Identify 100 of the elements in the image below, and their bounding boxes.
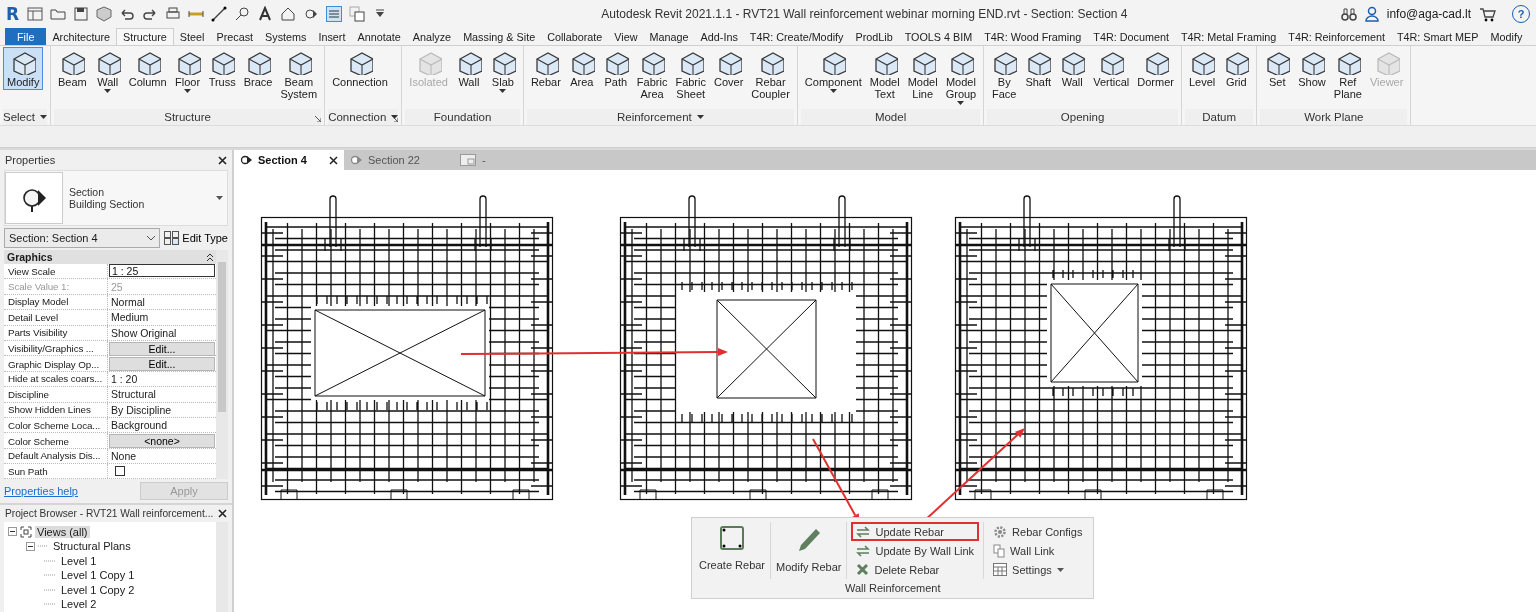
document-tab[interactable]: Section 22 xyxy=(344,150,454,170)
ribbon-button[interactable]: Modify Rebar xyxy=(771,522,848,579)
section-marker-icon[interactable] xyxy=(303,6,320,22)
ribbon-button[interactable]: Vertical xyxy=(1089,47,1134,90)
diagonal-line-icon[interactable] xyxy=(211,6,228,22)
ribbon-tab[interactable]: Manage xyxy=(643,28,695,45)
ribbon-button[interactable]: Beam System xyxy=(276,47,322,102)
tree-item[interactable]: Level 1 Copy 2 xyxy=(59,583,137,596)
ribbon-button[interactable]: Wall xyxy=(451,47,486,90)
ribbon-button[interactable]: Ref Plane xyxy=(1329,47,1366,102)
instance-dropdown[interactable]: Section: Section 4 xyxy=(4,228,161,248)
panel-title[interactable]: Reinforcement xyxy=(616,111,692,123)
tree-item[interactable]: Level 1 xyxy=(59,554,99,567)
ribbon-button[interactable]: Level xyxy=(1185,47,1220,90)
text-tool-icon[interactable] xyxy=(257,6,274,22)
tree-item[interactable]: Structural Plans xyxy=(51,540,133,553)
house-icon[interactable] xyxy=(280,6,297,22)
ribbon-button[interactable]: Component xyxy=(800,47,866,95)
launcher-icon[interactable] xyxy=(392,116,399,122)
ribbon-button[interactable]: Show xyxy=(1294,47,1330,90)
ribbon-button[interactable]: By Face xyxy=(987,47,1022,102)
ribbon-button[interactable]: Update Rebar xyxy=(851,522,980,541)
ribbon-tab[interactable]: Structure xyxy=(116,28,174,45)
ribbon-button[interactable]: Rebar xyxy=(526,47,565,90)
ribbon-tab[interactable]: TOOLS 4 BIM xyxy=(898,28,979,45)
binoculars-icon[interactable] xyxy=(1340,7,1357,21)
ribbon-button[interactable]: Modify xyxy=(3,47,44,90)
group-header[interactable]: Graphics xyxy=(4,250,216,264)
ribbon-tab[interactable]: Systems xyxy=(259,28,313,45)
ribbon-button[interactable]: Update By Wall Link xyxy=(851,541,980,560)
ribbon-tab[interactable]: Insert xyxy=(312,28,352,45)
ribbon-tab[interactable]: View xyxy=(608,28,644,45)
collapse-icon[interactable] xyxy=(26,541,35,551)
edit-type-button[interactable]: Edit Type xyxy=(164,231,228,245)
user-account-link[interactable]: info@aga-cad.lt xyxy=(1386,7,1471,21)
ribbon-button[interactable]: Area xyxy=(564,47,599,90)
print-icon[interactable] xyxy=(165,6,182,22)
folder-icon[interactable] xyxy=(50,6,67,22)
document-tab[interactable]: - xyxy=(454,150,564,170)
collapse-icon[interactable] xyxy=(8,527,17,537)
ribbon-tab[interactable]: Modify xyxy=(1484,28,1529,45)
ribbon-tab[interactable]: Analyze xyxy=(406,28,458,45)
tree-item[interactable]: Level 1 Copy 1 xyxy=(59,569,137,582)
ribbon-button[interactable]: Grid xyxy=(1219,47,1254,90)
ribbon-button[interactable]: Brace xyxy=(239,47,277,90)
ribbon-button[interactable]: Model Line xyxy=(903,47,942,102)
ribbon-button[interactable]: Beam xyxy=(53,47,91,90)
ribbon-button[interactable]: Rebar Coupler xyxy=(747,47,794,102)
ribbon-button[interactable]: Set xyxy=(1260,47,1295,90)
document-tab[interactable]: Section 4 xyxy=(234,150,344,170)
property-edit-button[interactable]: <none> xyxy=(109,434,215,449)
type-selector[interactable]: Section Building Section xyxy=(4,170,228,226)
ribbon-button[interactable]: Create Rebar xyxy=(694,522,772,579)
ribbon-button[interactable]: Floor xyxy=(170,47,205,95)
ribbon-button[interactable]: Truss xyxy=(204,47,240,90)
window-icon[interactable] xyxy=(27,6,44,22)
ribbon-button[interactable]: Model Text xyxy=(865,47,904,102)
properties-help-link[interactable]: Properties help xyxy=(4,485,78,498)
ribbon-tab[interactable]: Steel xyxy=(173,28,211,45)
windows-icon[interactable] xyxy=(349,6,366,22)
ribbon-button[interactable]: Slab xyxy=(485,47,520,95)
ribbon-button[interactable]: Cover xyxy=(709,47,748,90)
user-icon[interactable] xyxy=(1364,6,1379,22)
property-edit-button[interactable]: Edit... xyxy=(109,341,215,356)
app-logo[interactable]: R xyxy=(6,4,20,24)
ribbon-button[interactable]: Wall xyxy=(1055,47,1090,90)
property-input[interactable]: 1 : 25 xyxy=(109,264,215,277)
ribbon-button[interactable]: Shaft xyxy=(1021,47,1056,90)
ribbon-tab[interactable]: T4R: Document xyxy=(1087,28,1175,45)
ribbon-tab[interactable]: T4R: Metal Framing xyxy=(1174,28,1283,45)
scrollbar[interactable] xyxy=(216,250,228,480)
launcher-icon[interactable] xyxy=(315,116,322,122)
ribbon-tab[interactable]: Add-Ins xyxy=(694,28,744,45)
ribbon-tab[interactable]: Annotate xyxy=(351,28,407,45)
ribbon-tab[interactable]: Massing & Site xyxy=(457,28,542,45)
checkbox[interactable] xyxy=(115,466,125,477)
ribbon-button[interactable]: Connection xyxy=(328,47,392,90)
ribbon-button[interactable]: Delete Rebar xyxy=(851,560,980,579)
ribbon-button[interactable]: Path xyxy=(598,47,633,90)
property-edit-button[interactable]: Edit... xyxy=(109,357,215,372)
ribbon-button[interactable]: Wall Link xyxy=(988,541,1088,560)
ribbon-button[interactable]: Model Group xyxy=(941,47,981,107)
ribbon-tab[interactable]: T4R: Wood Framing xyxy=(978,28,1088,45)
tree-item[interactable]: Level 2 xyxy=(59,598,99,611)
ribbon-button[interactable]: Dormer xyxy=(1133,47,1178,90)
save-icon[interactable] xyxy=(73,6,90,22)
ribbon-button[interactable]: Fabric Area xyxy=(632,47,672,102)
ribbon-tab[interactable]: T4R: Create/Modify xyxy=(743,28,850,45)
list-icon[interactable] xyxy=(326,6,343,22)
ribbon-tab[interactable]: Architecture xyxy=(46,28,116,45)
ribbon-button[interactable]: Column xyxy=(124,47,171,90)
ribbon-tab[interactable]: T4R: Reinforcement xyxy=(1282,28,1391,45)
cart-icon[interactable] xyxy=(1479,6,1496,22)
ribbon-button[interactable]: Fabric Sheet xyxy=(671,47,710,102)
cube-icon[interactable] xyxy=(96,6,113,22)
ribbon-button[interactable]: Rebar Configs xyxy=(988,522,1088,541)
tree-item[interactable]: Views (all) xyxy=(35,525,90,538)
file-menu-tab[interactable]: File xyxy=(5,28,47,45)
panel-title[interactable]: Connection xyxy=(328,111,387,123)
close-icon[interactable] xyxy=(329,155,338,165)
